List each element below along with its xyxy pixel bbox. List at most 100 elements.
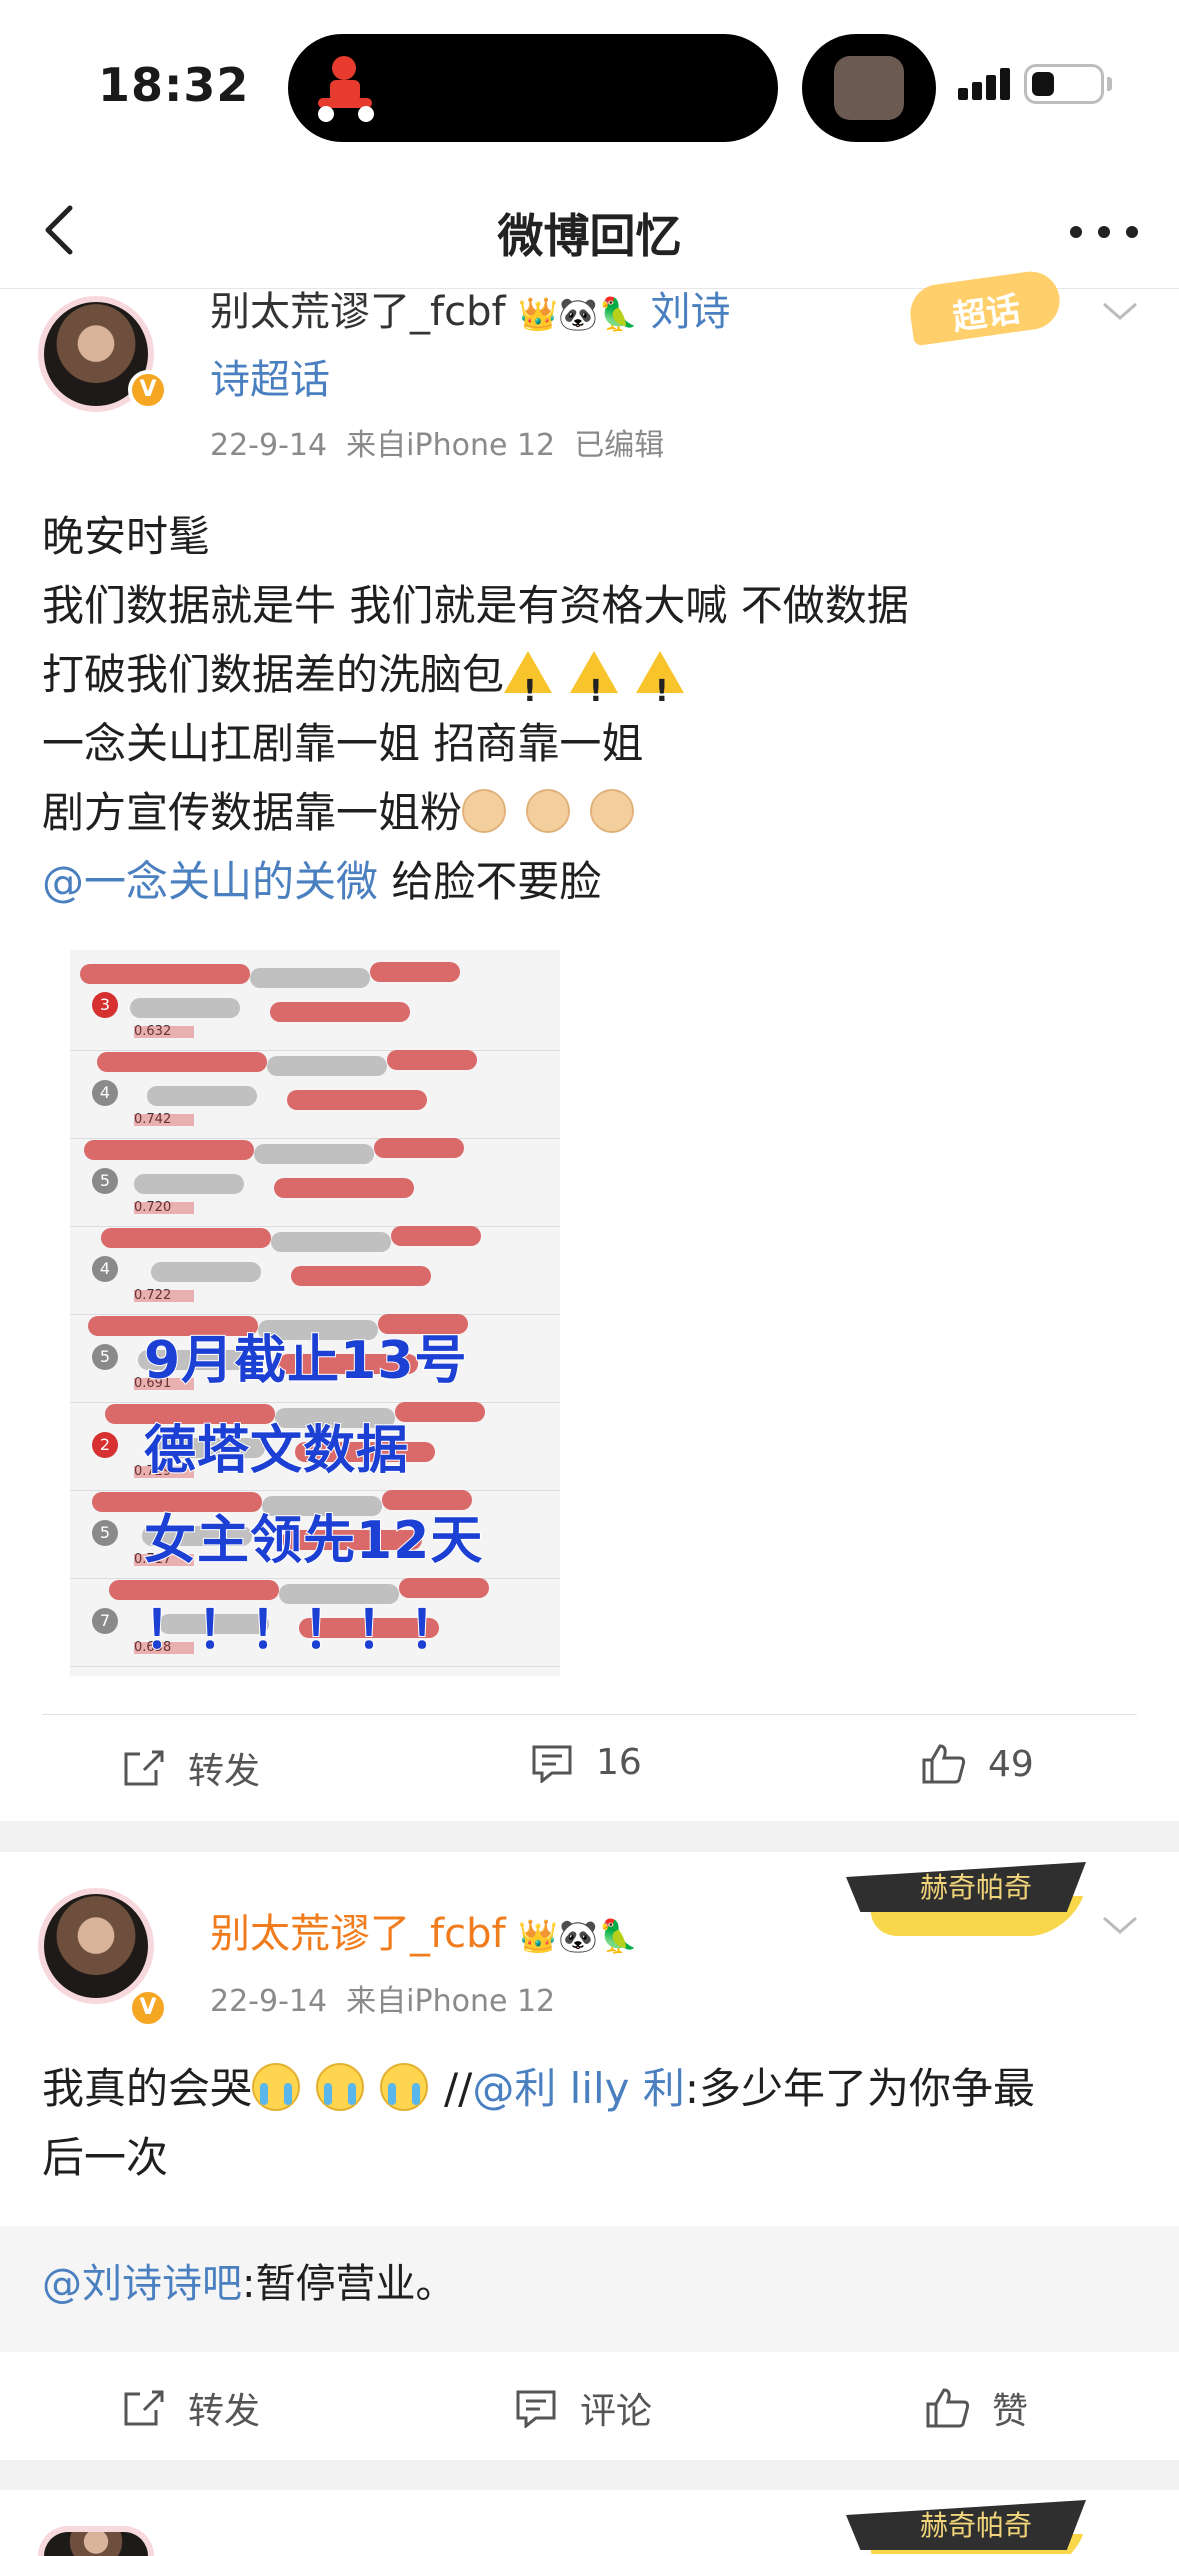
comment-icon (532, 1745, 572, 1783)
redaction-mark (287, 1090, 427, 1110)
post-image[interactable]: 3 0.632 4 0.742 5 0.720 4 0.722 5 0.691 2 0.729 5 0.7… (70, 950, 560, 1676)
avatar[interactable] (38, 2526, 154, 2556)
like-label: 赞 (992, 2391, 1029, 2432)
warning-icon (636, 651, 685, 726)
rank-badge: 5 (92, 1168, 118, 1194)
panda-icon: 🐼 (558, 295, 598, 333)
crown-icon: 👑 (518, 295, 559, 333)
delivery-scooter-icon (318, 56, 374, 122)
post-line-mention: @一念关山的关微 给脸不要脸 (42, 847, 909, 916)
repost-icon (124, 2390, 164, 2426)
redaction-mark (250, 968, 370, 988)
thumbs-up-icon (922, 1744, 966, 1784)
like-button[interactable]: 赞 (924, 2382, 1028, 2434)
mention-link[interactable]: @利 lily 利 (472, 2064, 685, 2113)
repost-button[interactable]: 转发 (122, 2382, 260, 2434)
mention-link[interactable]: @一念关山的关微 (42, 857, 378, 906)
avatar[interactable] (38, 1888, 154, 2004)
redaction-mark (271, 1232, 391, 1252)
redaction-mark (274, 1178, 414, 1198)
divider (42, 1714, 1137, 1715)
supertopic-badge-label: 超话 (950, 289, 1023, 339)
post-line: 一念关山扛剧靠一姐 招商靠一姐 (42, 719, 644, 768)
rank-badge: 5 (92, 1520, 118, 1546)
comment-count: 16 (596, 1742, 642, 1783)
comment-button[interactable]: 评论 (514, 2382, 652, 2434)
panda-icon: 🐼 (558, 1917, 598, 1955)
repost-label: 转发 (188, 1751, 261, 1792)
media-activity[interactable] (802, 34, 936, 142)
score-bar (134, 1290, 194, 1302)
status-bar: 18:32 (0, 0, 1179, 170)
username-text[interactable]: 别太荒谬了_fcbf (210, 1911, 506, 1957)
house-ribbon-badge[interactable]: 赫奇帕奇 (846, 1856, 1096, 1946)
more-options-icon[interactable] (1060, 220, 1160, 244)
image-row: 3 0.632 (70, 958, 560, 1051)
redaction-mark (267, 1056, 387, 1076)
fist-icon (590, 789, 635, 833)
post-line: 我们数据就是牛 我们就是有资格大喊 不做数据 (42, 581, 909, 630)
repost-icon (124, 1750, 164, 1786)
redaction-mark (254, 1144, 374, 1164)
redaction-mark (151, 1262, 261, 1282)
post-line-text: 打破我们数据差的洗脑包 (42, 650, 505, 699)
image-overlay-text: 女主领先12天 (143, 1510, 484, 1572)
rank-badge: 3 (92, 992, 118, 1018)
supertopic-link-cont[interactable]: 诗超话 (210, 352, 330, 408)
post-line: 后一次 (42, 2133, 169, 2182)
post-body: 晚安时髦 我们数据就是牛 我们就是有资格大喊 不做数据 打破我们数据差的洗脑包 … (42, 502, 909, 916)
redaction-mark (134, 1174, 244, 1194)
warning-icon (504, 651, 553, 726)
battery-tip (1107, 77, 1112, 91)
post-meta: 22-9-14 来自iPhone 12 (210, 1984, 556, 2019)
fist-icon (526, 789, 571, 833)
redaction-mark (391, 1226, 481, 1246)
score-bar (134, 1114, 194, 1126)
chevron-down-icon[interactable] (1100, 296, 1140, 326)
redaction-mark (101, 1228, 271, 1248)
post-line: 晚安时髦 (42, 512, 211, 561)
house-ribbon-badge[interactable]: 赫奇帕奇 (846, 2494, 1096, 2554)
chevron-down-icon[interactable] (1100, 1910, 1140, 1940)
redaction-mark (291, 1266, 431, 1286)
repost-text: @刘诗诗吧:暂停营业。 (42, 2250, 455, 2319)
thumbs-up-icon (926, 2388, 970, 2428)
image-overlay-text: 德塔文数据 (143, 1420, 410, 1482)
repost-content: :暂停营业。 (242, 2261, 456, 2307)
post-line-text: 给脸不要脸 (378, 857, 602, 906)
fist-icon (462, 789, 507, 833)
like-button[interactable]: 49 (920, 1742, 1034, 1786)
repost-button[interactable]: 转发 (122, 1742, 260, 1794)
image-row: 4 0.722 (70, 1222, 560, 1315)
post-line-text: 剧方宣传数据靠一姐粉 (42, 788, 463, 837)
redaction-mark (387, 1050, 477, 1070)
verified-badge-icon: V (128, 1988, 168, 2028)
rank-badge: 7 (92, 1608, 118, 1634)
post-line: 我真的会哭 //@利 lily 利:多少年了为你争最 (42, 2054, 1035, 2123)
crying-face-icon (380, 2063, 429, 2111)
post-line-text: :多少年了为你争最 (684, 2064, 1036, 2113)
like-count: 49 (988, 1743, 1034, 1785)
rank-badge: 2 (92, 1432, 118, 1458)
rank-badge: 4 (92, 1256, 118, 1282)
post-username[interactable]: 别太荒谬了_fcbf 👑🐼🦜 (210, 1906, 638, 1964)
redaction-mark (80, 964, 250, 984)
score-bar (134, 1026, 194, 1038)
cellular-signal-icon (958, 68, 1010, 100)
mention-link[interactable]: @刘诗诗吧 (42, 2261, 242, 2307)
ribbon-label: 赫奇帕奇 (920, 2509, 1033, 2542)
supertopic-link[interactable]: 刘诗 (651, 289, 731, 335)
redaction-mark (374, 1138, 464, 1158)
post-username[interactable]: 别太荒谬了_fcbf 👑🐼🦜 刘诗 (210, 284, 731, 342)
username-text[interactable]: 别太荒谬了_fcbf (210, 289, 506, 335)
comment-button[interactable]: 16 (530, 1742, 642, 1783)
parrot-icon: 🦜 (597, 1917, 638, 1955)
comment-label: 评论 (580, 2391, 653, 2432)
redaction-mark (270, 1002, 410, 1022)
supertopic-badge[interactable]: 超话 (906, 267, 1080, 347)
redaction-mark (130, 998, 240, 1018)
post-line-warn: 打破我们数据差的洗脑包 (42, 640, 909, 726)
page-title: 微博回忆 (497, 209, 682, 263)
redaction-mark (97, 1052, 267, 1072)
redaction-mark (370, 962, 460, 982)
